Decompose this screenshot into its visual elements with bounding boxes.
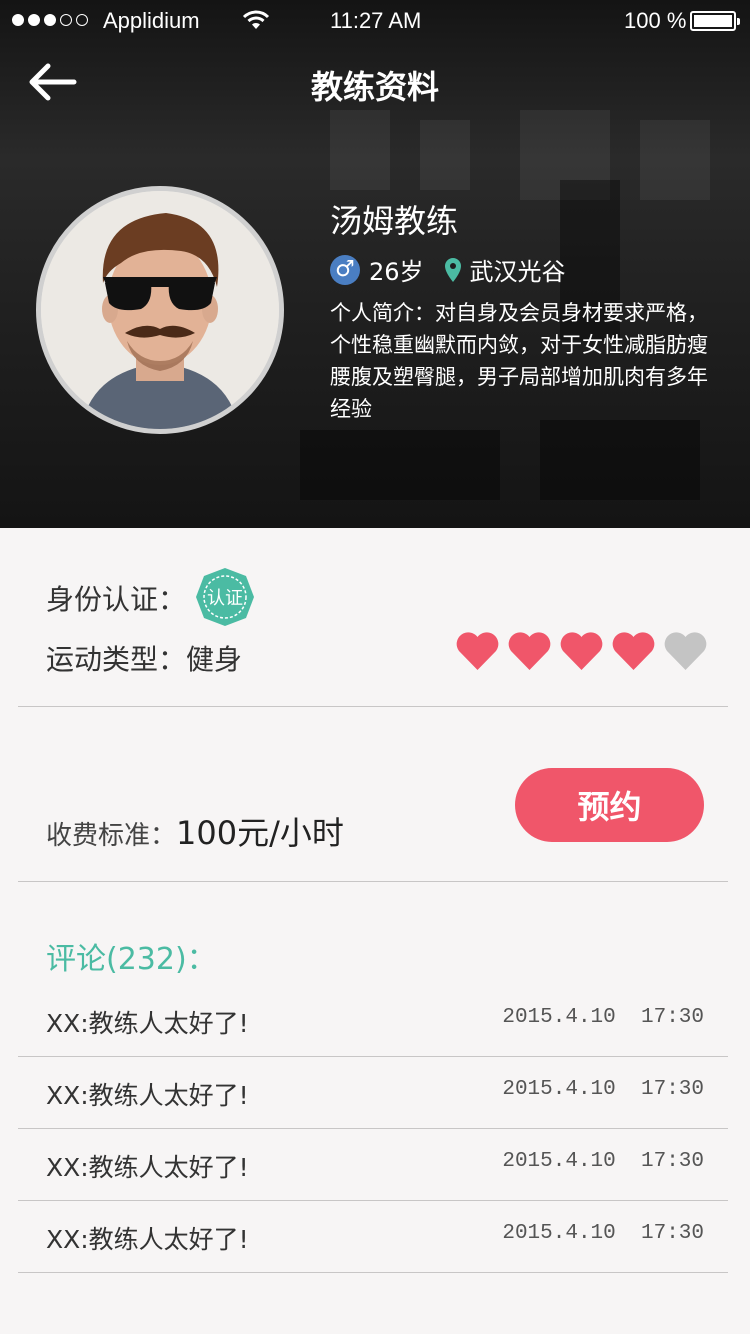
- heart-filled-icon: [454, 630, 501, 672]
- verified-badge-label: 认证: [207, 588, 243, 609]
- verify-label: 身份认证：: [46, 583, 187, 616]
- rating-hearts: [454, 630, 709, 672]
- coach-meta: ♂ 26岁 武汉光谷: [330, 252, 566, 287]
- heart-filled-icon: [610, 630, 657, 672]
- sport-type: 运动类型：健身: [46, 643, 243, 676]
- coach-name: 汤姆教练: [330, 202, 459, 240]
- heart-empty-icon: [662, 630, 709, 672]
- divider: [18, 881, 728, 882]
- review-text: XX:教练人太好了!: [46, 1009, 249, 1038]
- review-datetime: 2015.4.10 17:30: [502, 1078, 704, 1101]
- review-datetime: 2015.4.10 17:30: [502, 1006, 704, 1029]
- reviews-title: 评论(232)：: [46, 942, 217, 977]
- review-row: XX:教练人太好了! 2015.4.10 17:30: [18, 1200, 728, 1273]
- review-date: 2015.4.10: [502, 1078, 616, 1101]
- review-datetime: 2015.4.10 17:30: [502, 1222, 704, 1245]
- review-row: XX:教练人太好了! 2015.4.10 17:30: [18, 1056, 728, 1129]
- review-time: 17:30: [640, 1006, 704, 1029]
- book-button[interactable]: 预约: [515, 768, 704, 842]
- coach-bio: 个人简介：对自身及会员身材要求严格，个性稳重幽默而内敛，对于女性减脂肪瘦腰腹及塑…: [330, 301, 708, 421]
- review-datetime: 2015.4.10 17:30: [502, 1150, 704, 1173]
- review-date: 2015.4.10: [502, 1150, 616, 1173]
- review-text: XX:教练人太好了!: [46, 1225, 249, 1254]
- review-row: XX:教练人太好了! 2015.4.10 17:30: [18, 984, 728, 1057]
- review-text: XX:教练人太好了!: [46, 1081, 249, 1110]
- fee-label: 收费标准：: [46, 821, 177, 851]
- signal-strength: [12, 14, 88, 26]
- profile-header-background: Applidium 11:27 AM 100 % 教练资料 汤姆教练 ♂ 26岁…: [0, 0, 750, 528]
- wifi-icon: [242, 8, 270, 38]
- status-bar: Applidium 11:27 AM 100 %: [0, 0, 750, 42]
- male-icon: ♂: [330, 254, 360, 285]
- review-text: XX:教练人太好了!: [46, 1153, 249, 1182]
- review-date: 2015.4.10: [502, 1006, 616, 1029]
- carrier-name: Applidium: [103, 8, 200, 33]
- coach-avatar: [36, 186, 284, 434]
- review-time: 17:30: [640, 1078, 704, 1101]
- divider: [18, 706, 728, 707]
- coach-age: 26岁: [369, 258, 424, 286]
- review-time: 17:30: [640, 1150, 704, 1173]
- location-pin-icon: [444, 257, 462, 283]
- battery-icon: [690, 11, 740, 31]
- page-title: 教练资料: [310, 68, 439, 106]
- heart-filled-icon: [506, 630, 553, 672]
- clock: 11:27 AM: [330, 8, 422, 33]
- coach-location: 武汉光谷: [469, 258, 566, 286]
- battery-percent: 100 %: [624, 8, 687, 33]
- review-row: XX:教练人太好了! 2015.4.10 17:30: [18, 1128, 728, 1201]
- review-time: 17:30: [640, 1222, 704, 1245]
- fee-row: 收费标准： 100元/小时: [46, 808, 344, 854]
- verified-badge: 认证: [194, 566, 256, 628]
- review-date: 2015.4.10: [502, 1222, 616, 1245]
- fee-value: 100元/小时: [176, 814, 344, 852]
- heart-filled-icon: [558, 630, 605, 672]
